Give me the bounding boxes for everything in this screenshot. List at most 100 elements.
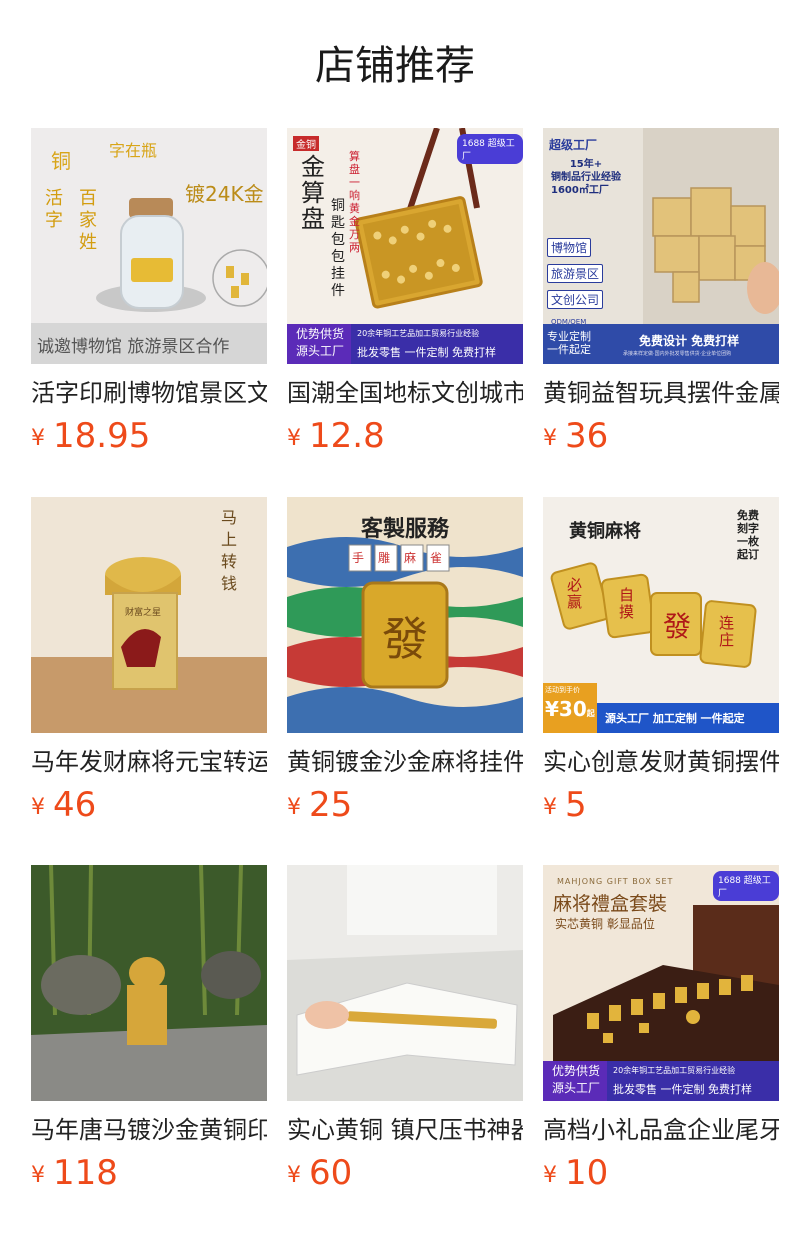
image-text: 自摸	[619, 586, 635, 621]
price-value: 10	[565, 1153, 609, 1193]
image-text: 20余年铜工艺品加工贸易行业经验	[613, 1066, 736, 1075]
product-image[interactable]: 铜 字在瓶 活字 百家姓 镀24K金 诚邀博物馆 旅游景区合作	[31, 128, 267, 364]
image-text: 优势供货 源头工厂	[551, 1064, 600, 1095]
image-text: 發	[382, 612, 428, 666]
product-name[interactable]: 高档小礼品盒企业尾牙	[543, 1113, 779, 1147]
image-text: 承接来样定做·国内外批发零售供货·企业单位团购	[623, 351, 732, 357]
product-image[interactable]: 超级工厂 15年+ 铜制品行业经验 1600㎡工厂 博物馆 旅游景区 文创公司 OD…	[543, 128, 779, 364]
price-value: 18.95	[53, 416, 151, 456]
image-text: 活动到手价	[545, 686, 580, 694]
product-card[interactable]: 1688 超级工厂 MAHJONG GIFT BOX SET 麻将禮盒套裝 实芯…	[543, 865, 779, 1195]
product-price: ¥36	[543, 414, 779, 458]
image-text: 客製服務	[360, 516, 449, 542]
product-image[interactable]: 马上转钱 财富之星	[31, 497, 267, 733]
product-price: ¥60	[287, 1151, 523, 1195]
product-image[interactable]: 黄铜麻将 免费刻字 一枚起订 必赢 自摸 發 连庄 活动到手价 ¥30起 源头工…	[543, 497, 779, 733]
image-text: 金铜	[293, 136, 319, 151]
product-name[interactable]: 国潮全国地标文创城市	[287, 376, 523, 410]
image-text: 黄铜麻将	[569, 521, 641, 542]
price-value: 46	[53, 785, 97, 825]
product-price: ¥46	[31, 783, 267, 827]
product-image[interactable]: 1688 超级工厂 MAHJONG GIFT BOX SET 麻将禮盒套裝 实芯…	[543, 865, 779, 1101]
product-price: ¥5	[543, 783, 779, 827]
brand-logo: 超级工厂	[549, 138, 598, 152]
image-text: 铜匙包包挂件	[331, 198, 345, 299]
product-image[interactable]	[287, 865, 523, 1101]
image-text: 实芯黄铜 彰显品位	[555, 917, 655, 931]
price-value: 60	[309, 1153, 353, 1193]
image-text: 必赢	[567, 576, 583, 611]
currency-symbol: ¥	[287, 1163, 301, 1188]
image-text: 批发零售 一件定制 免费打样	[357, 346, 496, 359]
product-price: ¥118	[31, 1151, 267, 1195]
currency-symbol: ¥	[31, 1163, 45, 1188]
product-card[interactable]: 黄铜麻将 免费刻字 一枚起订 必赢 自摸 發 连庄 活动到手价 ¥30起 源头工…	[543, 497, 779, 827]
image-text: 手	[352, 551, 365, 565]
platform-badge: 1688 超级工厂	[713, 871, 779, 901]
image-text: 活字	[45, 188, 63, 231]
product-name[interactable]: 黄铜镀金沙金麻将挂件	[287, 745, 523, 779]
product-name[interactable]: 实心黄铜 镇尺压书神器	[287, 1113, 523, 1147]
product-card[interactable]: 马上转钱 财富之星 马年发财麻将元宝转运 ¥46	[31, 497, 267, 827]
promo-price: ¥30起	[545, 697, 595, 721]
price-value: 5	[565, 785, 587, 825]
product-price: ¥10	[543, 1151, 779, 1195]
image-text: 20余年铜工艺品加工贸易行业经验	[357, 329, 480, 338]
image-text: 批发零售 一件定制 免费打样	[613, 1083, 752, 1096]
currency-symbol: ¥	[543, 1163, 557, 1188]
price-value: 12.8	[309, 416, 385, 456]
image-text: 铜	[51, 149, 71, 173]
image-text: 麻	[404, 551, 417, 565]
image-text: 优势供货 源头工厂	[295, 327, 344, 358]
tag: 博物馆	[547, 238, 592, 257]
image-text: 免费刻字 一枚起订	[737, 509, 759, 561]
product-card[interactable]: 客製服務 手 雕 麻 雀 發 黄铜镀金沙金麻将挂件 ¥25	[287, 497, 523, 827]
image-text: 發	[663, 610, 692, 643]
price-value: 36	[565, 416, 609, 456]
image-text: 麻将禮盒套裝	[553, 893, 668, 915]
product-price: ¥12.8	[287, 414, 523, 458]
image-text: MAHJONG GIFT BOX SET	[557, 877, 674, 886]
product-card[interactable]: 马年唐马镀沙金黄铜印章 ¥118	[31, 865, 267, 1195]
image-text: 财富之星	[125, 608, 162, 618]
tag: 旅游景区	[547, 264, 604, 283]
product-price: ¥18.95	[31, 414, 267, 458]
product-name[interactable]: 马年唐马镀沙金黄铜印章	[31, 1113, 267, 1147]
product-image[interactable]: 1688 超级工厂 金铜 金算盘 铜匙包包挂件 算盘一响 黄金万两 优势供货 源头…	[287, 128, 523, 364]
product-card[interactable]: 1688 超级工厂 金铜 金算盘 铜匙包包挂件 算盘一响 黄金万两 优势供货 源头…	[287, 128, 523, 458]
product-image[interactable]: 客製服務 手 雕 麻 雀 發	[287, 497, 523, 733]
image-text: 镀24K金	[185, 182, 264, 206]
image-text: ODM/OEM	[551, 318, 587, 326]
product-name[interactable]: 实心创意发财黄铜摆件	[543, 745, 779, 779]
price-value: 25	[309, 785, 353, 825]
product-card[interactable]: 铜 字在瓶 活字 百家姓 镀24K金 诚邀博物馆 旅游景区合作 活字印刷博物馆景…	[31, 128, 267, 458]
image-text: 免费设计 免费打样	[639, 334, 740, 348]
currency-symbol: ¥	[31, 426, 45, 451]
product-card[interactable]: 实心黄铜 镇尺压书神器 ¥60	[287, 865, 523, 1195]
image-text: 雕	[378, 551, 391, 565]
product-name[interactable]: 活字印刷博物馆景区文创	[31, 376, 267, 410]
currency-symbol: ¥	[31, 795, 45, 820]
image-text: 雀	[430, 551, 443, 565]
image-text: 马上转钱	[221, 508, 238, 593]
product-name[interactable]: 黄铜益智玩具摆件金属	[543, 376, 779, 410]
image-text: 源头工厂 加工定制 一件起定	[605, 712, 745, 725]
platform-badge: 1688 超级工厂	[457, 134, 523, 164]
product-name[interactable]: 马年发财麻将元宝转运	[31, 745, 267, 779]
image-text: 金算盘	[301, 153, 325, 233]
currency-symbol: ¥	[287, 426, 301, 451]
image-text: 连庄	[719, 614, 735, 649]
tag: 文创公司	[547, 290, 604, 309]
image-text: 15年+ 铜制品行业经验 1600㎡工厂	[551, 159, 621, 196]
product-image[interactable]	[31, 865, 267, 1101]
product-card[interactable]: 超级工厂 15年+ 铜制品行业经验 1600㎡工厂 博物馆 旅游景区 文创公司 OD…	[543, 128, 779, 458]
page-title: 店铺推荐	[315, 43, 475, 89]
currency-symbol: ¥	[543, 795, 557, 820]
image-text: 百家姓	[79, 188, 97, 253]
image-text: 算盘一响 黄金万两	[349, 150, 360, 254]
currency-symbol: ¥	[543, 426, 557, 451]
currency-symbol: ¥	[287, 795, 301, 820]
image-text: 字在瓶	[109, 141, 157, 160]
image-text: 诚邀博物馆 旅游景区合作	[37, 337, 230, 357]
product-price: ¥25	[287, 783, 523, 827]
